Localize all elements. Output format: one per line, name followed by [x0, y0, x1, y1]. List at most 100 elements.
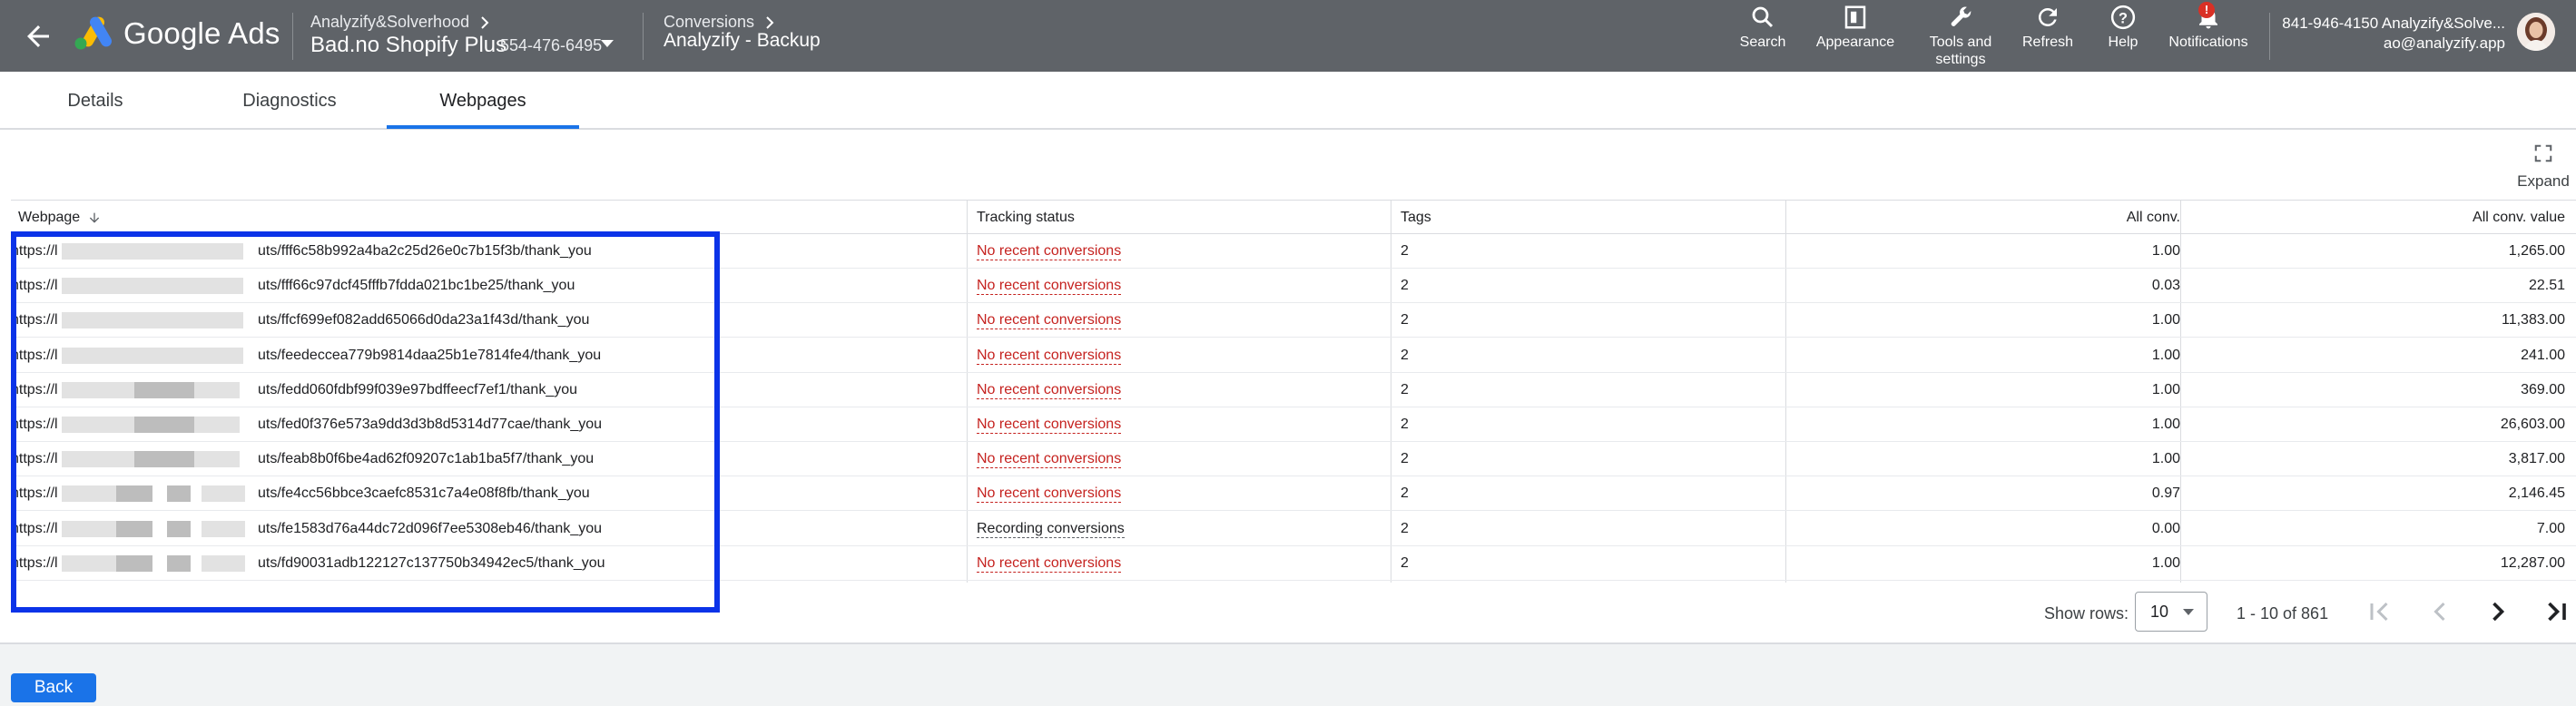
notifications-button[interactable]: ! Notifications — [2160, 2, 2256, 51]
tracking-status[interactable]: No recent conversions — [977, 417, 1122, 434]
all-conv-value-cell: 3,817.00 — [2508, 451, 2565, 467]
expand-label: Expand — [2517, 172, 2570, 190]
tab-webpages[interactable]: Webpages — [387, 72, 579, 130]
tags-cell: 2 — [1401, 278, 1409, 294]
back-button[interactable]: Back — [11, 673, 96, 702]
header-divider — [292, 13, 293, 60]
column-header-webpage[interactable]: Webpage — [18, 201, 102, 235]
search-button[interactable]: Search — [1732, 4, 1794, 51]
expand-button[interactable]: Expand — [2516, 143, 2571, 191]
help-label: Help — [2108, 34, 2138, 50]
appearance-button[interactable]: Appearance — [1806, 4, 1904, 51]
last-page-icon[interactable] — [2540, 595, 2572, 628]
search-icon — [1752, 6, 1774, 28]
all-conv-value-cell: 241.00 — [2521, 347, 2565, 363]
tags-cell: 2 — [1401, 520, 1409, 536]
appearance-label: Appearance — [1815, 34, 1895, 50]
tracking-status[interactable]: No recent conversions — [977, 485, 1122, 504]
highlight-box — [11, 231, 720, 613]
search-label: Search — [1739, 34, 1786, 50]
all-conv-value-cell: 369.00 — [2521, 381, 2565, 397]
all-conv-cell: 1.00 — [2151, 451, 2180, 467]
all-conv-value-cell: 1,265.00 — [2508, 243, 2565, 259]
column-header-all-conv[interactable]: All conv. — [1785, 201, 2180, 235]
tags-cell: 2 — [1401, 381, 1409, 397]
page-title: Analyzify - Backup — [664, 30, 821, 51]
tracking-status-cell: No recent conversions — [977, 373, 1376, 407]
help-button[interactable]: ? Help — [2097, 4, 2149, 51]
rows-per-page-value: 10 — [2150, 603, 2169, 621]
svg-text:?: ? — [2119, 10, 2128, 26]
tracking-status[interactable]: No recent conversions — [977, 451, 1122, 469]
page-breadcrumb-label: Conversions — [664, 13, 755, 31]
all-conv-value-cell: 11,383.00 — [2502, 312, 2565, 328]
tracking-status-cell: No recent conversions — [977, 269, 1376, 303]
column-header-all-conv-value[interactable]: All conv. value — [2180, 201, 2565, 235]
header-divider — [2269, 13, 2270, 60]
brand-name: Google Ads — [123, 16, 280, 50]
tracking-status[interactable]: No recent conversions — [977, 348, 1122, 365]
tracking-status[interactable]: No recent conversions — [977, 555, 1122, 573]
tracking-status-cell: No recent conversions — [977, 407, 1376, 442]
all-conv-cell: 1.00 — [2151, 417, 2180, 432]
wrench-icon — [1951, 6, 1971, 26]
tags-cell: 2 — [1401, 451, 1409, 467]
next-page-icon[interactable] — [2482, 595, 2514, 628]
rows-per-page-select[interactable]: 10 — [2135, 592, 2207, 632]
header-divider — [643, 13, 644, 60]
refresh-icon — [2038, 7, 2057, 26]
tracking-status[interactable]: No recent conversions — [977, 312, 1122, 330]
account-dropdown-icon[interactable] — [601, 40, 614, 47]
dropdown-caret-icon — [2183, 609, 2194, 615]
show-rows-label: Show rows: — [2044, 604, 2129, 623]
all-conv-cell: 0.03 — [2151, 278, 2180, 294]
first-page-icon[interactable] — [2364, 595, 2396, 628]
all-conv-value-cell: 7.00 — [2536, 520, 2565, 536]
tracking-status-cell: Recording conversions — [977, 512, 1376, 546]
all-conv-cell: 0.97 — [2151, 485, 2180, 502]
account-name[interactable]: Bad.no Shopify Plus — [310, 33, 506, 58]
tracking-status-cell: No recent conversions — [977, 442, 1376, 476]
google-ads-logo-icon[interactable] — [73, 15, 113, 51]
all-conv-value-cell: 2,146.45 — [2508, 485, 2565, 502]
tracking-status-cell: No recent conversions — [977, 476, 1376, 511]
column-header-tracking-status[interactable]: Tracking status — [977, 201, 1075, 235]
tags-cell: 2 — [1401, 243, 1409, 259]
tracking-status[interactable]: No recent conversions — [977, 243, 1122, 260]
column-header-tags[interactable]: Tags — [1401, 201, 1431, 235]
previous-page-icon[interactable] — [2424, 595, 2456, 628]
tracking-status[interactable]: No recent conversions — [977, 382, 1122, 399]
user-email[interactable]: ao@analyzify.app — [2384, 34, 2505, 53]
all-conv-cell: 1.00 — [2151, 381, 2180, 397]
chevron-right-icon — [766, 16, 774, 29]
avatar[interactable] — [2517, 13, 2555, 51]
tools-and-settings-button[interactable]: Tools and settings — [1915, 4, 2006, 68]
tab-details[interactable]: Details — [36, 72, 154, 130]
tab-bar: Details Diagnostics Webpages — [0, 72, 2576, 130]
all-conv-cell: 1.00 — [2151, 312, 2180, 328]
page-breadcrumb[interactable]: Conversions — [664, 13, 775, 32]
tags-cell: 2 — [1401, 554, 1409, 571]
tracking-status-cell: No recent conversions — [977, 338, 1376, 373]
customer-id-and-account[interactable]: 841-946-4150 Analyzify&Solve... — [2282, 15, 2505, 33]
pagination-range: 1 - 10 of 861 — [2237, 604, 2329, 623]
all-conv-value-cell: 22.51 — [2528, 278, 2565, 294]
column-header-webpage-label: Webpage — [18, 210, 81, 225]
tags-cell: 2 — [1401, 312, 1409, 328]
tab-diagnostics[interactable]: Diagnostics — [214, 72, 365, 130]
all-conv-cell: 0.00 — [2151, 520, 2180, 536]
back-arrow-icon[interactable] — [22, 20, 54, 53]
fullscreen-icon — [2534, 144, 2552, 162]
account-breadcrumb[interactable]: Analyzify&Solverhood — [310, 13, 490, 32]
tracking-status[interactable]: No recent conversions — [977, 278, 1122, 296]
help-icon: ? — [2110, 5, 2136, 30]
tracking-status-cell: No recent conversions — [977, 546, 1376, 581]
refresh-button[interactable]: Refresh — [2013, 4, 2082, 51]
all-conv-cell: 1.00 — [2151, 554, 2180, 571]
tracking-status-cell: No recent conversions — [977, 234, 1376, 269]
tracking-status[interactable]: Recording conversions — [977, 521, 1125, 538]
all-conv-value-cell: 26,603.00 — [2500, 417, 2565, 432]
notification-badge: ! — [2198, 2, 2215, 18]
all-conv-cell: 1.00 — [2151, 347, 2180, 363]
active-tab-indicator — [387, 125, 579, 129]
